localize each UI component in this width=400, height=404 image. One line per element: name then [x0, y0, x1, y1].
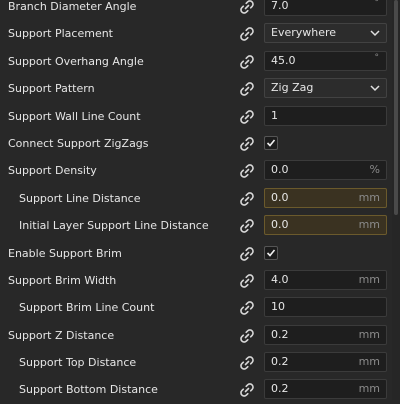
- link-icon[interactable]: [239, 109, 255, 125]
- vertical-scrollbar[interactable]: [392, 0, 400, 400]
- setting-label: Support Top Distance: [19, 356, 137, 370]
- link-icon[interactable]: [239, 246, 255, 262]
- setting-row-support-pattern: Support Pattern Zig Zag: [0, 75, 392, 102]
- support-pattern-select[interactable]: Zig Zag: [264, 78, 387, 99]
- setting-label: Support Wall Line Count: [8, 109, 141, 123]
- input-value: 0.2: [271, 355, 289, 369]
- link-icon[interactable]: [239, 0, 255, 15]
- link-icon[interactable]: [239, 26, 255, 42]
- support-overhang-angle-input[interactable]: 45.0 °: [264, 50, 387, 71]
- support-line-distance-input[interactable]: 0.0 mm: [264, 187, 387, 208]
- setting-row-enable-support-brim: Enable Support Brim: [0, 240, 392, 267]
- setting-row-support-line-distance: Support Line Distance 0.0 mm: [0, 185, 392, 212]
- setting-label: Support Overhang Angle: [8, 54, 144, 68]
- link-icon[interactable]: [239, 136, 255, 152]
- setting-row-support-placement: Support Placement Everywhere: [0, 20, 392, 47]
- support-z-distance-input[interactable]: 0.2 mm: [264, 324, 387, 345]
- link-icon[interactable]: [239, 382, 255, 398]
- support-top-distance-input[interactable]: 0.2 mm: [264, 352, 387, 373]
- input-value: 0.2: [271, 382, 289, 396]
- unit-label: mm: [358, 272, 380, 286]
- setting-label: Support Line Distance: [19, 191, 141, 205]
- support-placement-select[interactable]: Everywhere: [264, 23, 387, 44]
- link-icon[interactable]: [239, 328, 255, 344]
- input-value: 10: [271, 300, 285, 314]
- unit-label: °: [374, 0, 380, 8]
- link-icon[interactable]: [239, 273, 255, 289]
- chevron-down-icon: [370, 83, 380, 93]
- setting-row-connect-support-zigzags: Connect Support ZigZags: [0, 130, 392, 157]
- unit-label: %: [369, 163, 380, 177]
- select-value: Zig Zag: [271, 81, 314, 95]
- select-value: Everywhere: [271, 26, 337, 40]
- initial-layer-support-line-distance-input[interactable]: 0.0 mm: [264, 215, 387, 236]
- input-value: 0.2: [271, 327, 289, 341]
- setting-label: Support Brim Width: [8, 273, 117, 287]
- link-icon[interactable]: [239, 300, 255, 316]
- link-icon[interactable]: [239, 355, 255, 371]
- setting-label: Connect Support ZigZags: [8, 136, 149, 150]
- setting-label: Support Pattern: [8, 82, 95, 96]
- setting-row-support-overhang-angle: Support Overhang Angle 45.0 °: [0, 48, 392, 75]
- setting-label: Support Density: [8, 164, 97, 178]
- setting-label: Support Placement: [8, 27, 113, 41]
- scrollbar-thumb[interactable]: [394, 0, 398, 215]
- unit-label: °: [374, 52, 380, 63]
- input-value: 45.0: [271, 53, 296, 67]
- link-icon[interactable]: [239, 218, 255, 234]
- unit-label: mm: [358, 190, 380, 204]
- support-bottom-distance-input[interactable]: 0.2 mm: [264, 379, 387, 400]
- setting-row-support-z-distance: Support Z Distance 0.2 mm: [0, 322, 392, 349]
- support-brim-line-count-input[interactable]: 10: [264, 297, 387, 318]
- setting-row-support-density: Support Density 0.0 %: [0, 157, 392, 184]
- setting-label: Support Brim Line Count: [19, 301, 155, 315]
- input-value: 4.0: [271, 272, 289, 286]
- input-value: 1: [271, 108, 278, 122]
- setting-row-support-brim-line-count: Support Brim Line Count 10: [0, 294, 392, 321]
- input-value: 7.0: [271, 0, 289, 12]
- support-wall-line-count-input[interactable]: 1: [264, 105, 387, 126]
- link-icon[interactable]: [239, 54, 255, 70]
- unit-label: mm: [358, 355, 380, 369]
- unit-label: mm: [358, 382, 380, 396]
- setting-label: Branch Diameter Angle: [8, 0, 137, 13]
- input-value: 0.0: [271, 190, 289, 204]
- setting-row-support-brim-width: Support Brim Width 4.0 mm: [0, 267, 392, 294]
- branch-diameter-angle-input[interactable]: 7.0 °: [264, 0, 387, 16]
- setting-label: Enable Support Brim: [8, 246, 122, 260]
- checkmark-icon: [266, 249, 276, 257]
- setting-row-support-top-distance: Support Top Distance 0.2 mm: [0, 349, 392, 376]
- setting-label: Support Z Distance: [8, 328, 115, 342]
- support-brim-width-input[interactable]: 4.0 mm: [264, 269, 387, 290]
- support-settings-panel: Branch Diameter Angle 7.0 ° Support Plac…: [0, 0, 392, 404]
- link-icon[interactable]: [239, 163, 255, 179]
- setting-row-support-wall-line-count: Support Wall Line Count 1: [0, 103, 392, 130]
- setting-row-initial-layer-support-line-distance: Initial Layer Support Line Distance 0.0 …: [0, 212, 392, 239]
- support-density-input[interactable]: 0.0 %: [264, 160, 387, 181]
- unit-label: mm: [358, 218, 380, 232]
- checkmark-icon: [266, 139, 276, 147]
- setting-row-branch-diameter-angle: Branch Diameter Angle 7.0 °: [0, 0, 392, 20]
- chevron-down-icon: [370, 28, 380, 38]
- link-icon[interactable]: [239, 191, 255, 207]
- enable-support-brim-checkbox[interactable]: [264, 245, 278, 260]
- setting-label: Initial Layer Support Line Distance: [19, 219, 209, 233]
- link-icon[interactable]: [239, 81, 255, 97]
- input-value: 0.0: [271, 163, 289, 177]
- connect-support-zigzags-checkbox[interactable]: [264, 135, 278, 150]
- unit-label: mm: [358, 327, 380, 341]
- input-value: 0.0: [271, 218, 289, 232]
